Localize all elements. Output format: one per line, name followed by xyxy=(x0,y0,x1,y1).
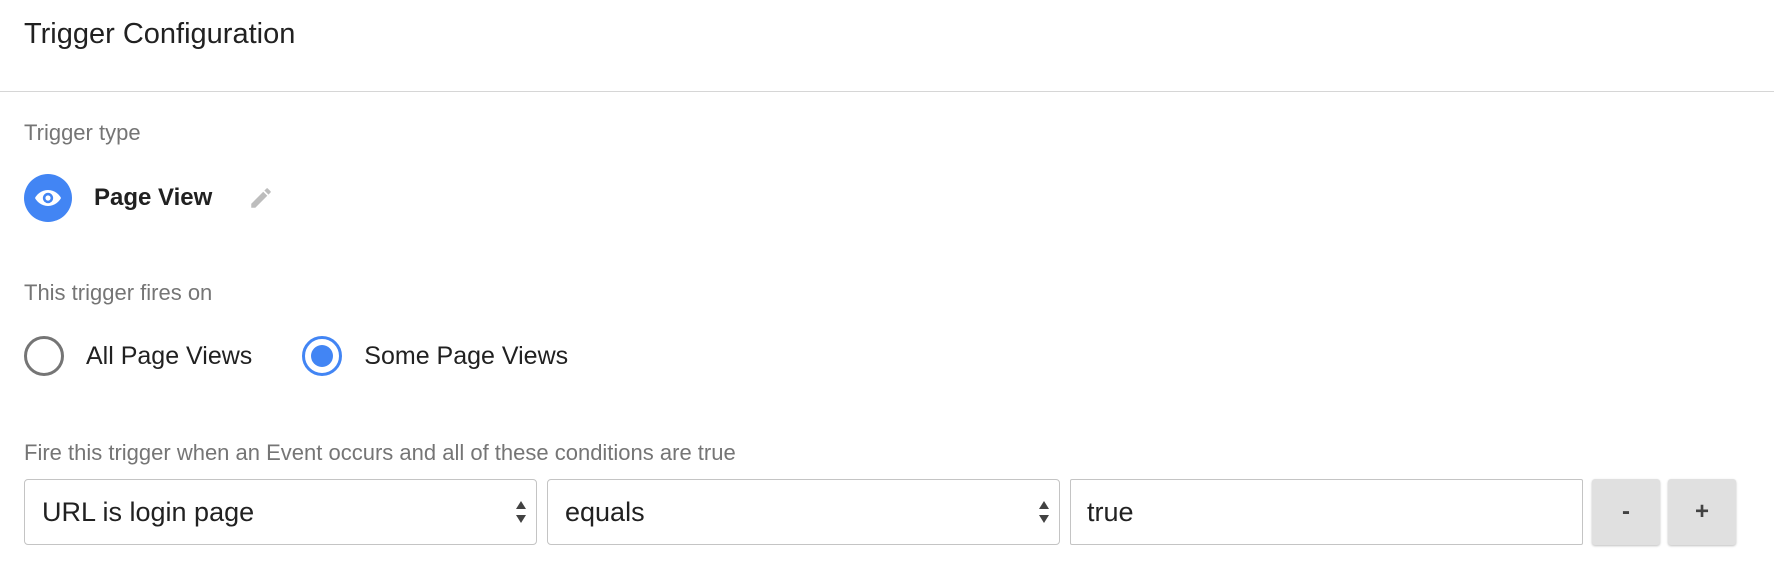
operator-select-value: equals xyxy=(565,496,645,527)
trigger-type-label: Trigger type xyxy=(24,120,141,145)
pencil-icon[interactable] xyxy=(246,183,276,213)
operator-select[interactable]: equals xyxy=(547,479,1060,545)
radio-unchecked-icon[interactable] xyxy=(24,336,64,376)
remove-condition-button[interactable]: - xyxy=(1592,479,1660,545)
trigger-type-selector[interactable]: Page View xyxy=(24,174,276,222)
radio-checked-icon[interactable] xyxy=(302,336,343,376)
select-arrows-icon xyxy=(516,501,526,523)
conditions-label: Fire this trigger when an Event occurs a… xyxy=(24,440,736,465)
variable-select-value: URL is login page xyxy=(42,496,255,527)
select-arrows-icon xyxy=(1039,501,1049,523)
eye-icon xyxy=(24,174,72,222)
radio-label-all-page-views: All Page Views xyxy=(86,341,253,370)
fires-on-radio-group: All Page Views Some Page Views xyxy=(24,336,568,376)
variable-select[interactable]: URL is login page xyxy=(24,479,537,545)
radio-label-some-page-views: Some Page Views xyxy=(364,341,569,370)
radio-all-page-views[interactable]: All Page Views xyxy=(24,336,252,376)
add-condition-button[interactable]: + xyxy=(1668,479,1736,545)
condition-row: URL is login page equals - + xyxy=(24,479,1736,545)
page-title: Trigger Configuration xyxy=(24,18,296,50)
radio-some-page-views[interactable]: Some Page Views xyxy=(302,336,568,376)
fires-on-label: This trigger fires on xyxy=(24,280,213,305)
trigger-type-name: Page View xyxy=(94,184,213,211)
value-input[interactable] xyxy=(1070,479,1583,545)
dialog-header: Trigger Configuration xyxy=(0,0,1774,92)
